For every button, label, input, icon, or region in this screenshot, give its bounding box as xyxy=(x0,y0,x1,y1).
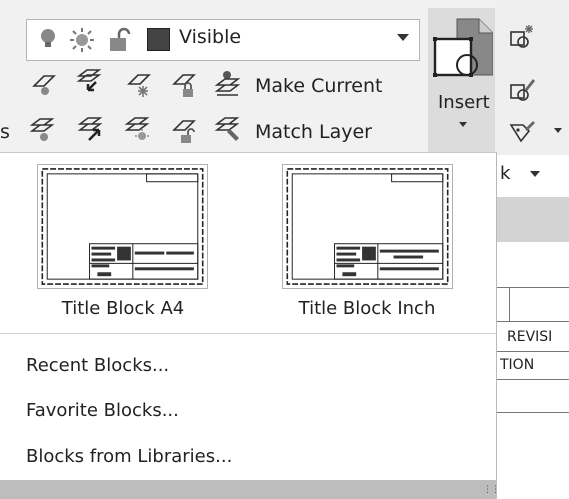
layer-lock-icon[interactable] xyxy=(171,72,197,98)
panel-title-bar xyxy=(497,197,569,242)
table-line xyxy=(497,379,569,380)
make-current-button[interactable]: Make Current xyxy=(255,75,382,97)
resize-grip-icon[interactable]: ⋮⋮ xyxy=(483,485,500,495)
ribbon-label-fragment: s xyxy=(0,121,10,143)
match-layer-icon[interactable] xyxy=(214,116,240,142)
thumbnail-title-block-inch[interactable] xyxy=(282,164,453,289)
create-block-icon[interactable] xyxy=(509,24,535,50)
panel-footer xyxy=(0,480,497,499)
insert-block-icon[interactable] xyxy=(431,17,494,89)
chevron-down-icon[interactable] xyxy=(459,122,467,127)
revision-header: REVISI xyxy=(507,329,553,345)
table-line xyxy=(497,412,569,413)
layer-unlock-icon[interactable] xyxy=(171,118,197,144)
layer-isolate-icon[interactable] xyxy=(29,117,55,143)
favorite-blocks-item[interactable]: Favorite Blocks... xyxy=(26,400,179,421)
layer-off-icon[interactable] xyxy=(31,72,57,98)
recent-blocks-item[interactable]: Recent Blocks... xyxy=(26,355,169,376)
layer-thaw-icon[interactable] xyxy=(124,116,150,142)
table-line xyxy=(497,351,569,352)
insert-button-label[interactable]: Insert xyxy=(438,92,490,113)
table-line xyxy=(497,321,569,322)
thumbnail-label: Title Block A4 xyxy=(61,298,185,319)
layer-previous-icon[interactable] xyxy=(76,68,102,94)
thumbnail-title-block-a4[interactable] xyxy=(37,164,208,289)
block-panel-label[interactable]: k xyxy=(500,163,510,184)
color-swatch xyxy=(147,28,170,51)
block-editor-icon[interactable] xyxy=(509,77,535,103)
layer-walk-icon[interactable] xyxy=(77,116,103,142)
chevron-down-icon[interactable] xyxy=(554,128,562,133)
blocks-from-libraries-item[interactable]: Blocks from Libraries... xyxy=(26,446,232,467)
table-line xyxy=(509,287,510,321)
unlock-icon[interactable] xyxy=(107,27,133,57)
thumbnail-label: Title Block Inch xyxy=(298,298,436,319)
description-header: TION xyxy=(500,357,535,373)
sun-icon[interactable] xyxy=(69,27,95,57)
block-attributes-icon[interactable] xyxy=(509,119,535,145)
layer-name: Visible xyxy=(179,26,242,48)
table-line xyxy=(497,287,569,288)
layer-dropdown[interactable]: Visible xyxy=(26,19,420,61)
lightbulb-icon[interactable] xyxy=(37,27,59,55)
layer-freeze-icon[interactable] xyxy=(126,72,152,98)
divider xyxy=(0,333,497,334)
chevron-down-icon[interactable] xyxy=(397,34,409,41)
make-current-icon[interactable] xyxy=(214,70,240,96)
match-layer-button[interactable]: Match Layer xyxy=(255,121,372,143)
chevron-down-icon[interactable] xyxy=(530,171,540,177)
